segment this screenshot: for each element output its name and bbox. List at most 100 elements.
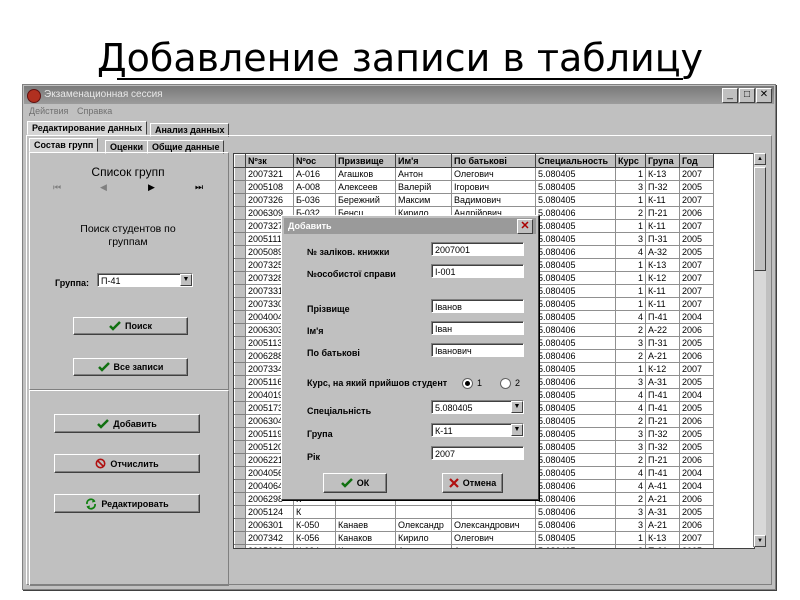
table-cell[interactable]: А-21 <box>645 349 680 363</box>
patronymic-field[interactable]: Іванович <box>431 343 524 357</box>
table-cell[interactable]: К-12 <box>645 362 680 376</box>
maximize-button[interactable]: □ <box>739 88 755 103</box>
table-cell[interactable]: П-31 <box>645 544 680 548</box>
column-header[interactable]: Призвище <box>335 154 396 168</box>
table-cell[interactable]: 2 <box>615 414 646 428</box>
table-cell[interactable]: 5.080406 <box>535 323 616 337</box>
table-cell[interactable]: Бережний <box>335 193 396 207</box>
row-indicator[interactable] <box>234 193 246 207</box>
table-cell[interactable]: А-41 <box>645 479 680 493</box>
table-cell[interactable]: 5.080405 <box>535 466 616 480</box>
table-cell[interactable]: Валерій <box>395 180 452 194</box>
table-cell[interactable]: К-13 <box>645 167 680 181</box>
table-cell[interactable]: А-008 <box>293 180 336 194</box>
table-cell[interactable]: Ашотович <box>451 544 536 548</box>
table-cell[interactable]: 5.080405 <box>535 193 616 207</box>
row-indicator[interactable] <box>234 505 246 519</box>
table-cell[interactable]: П-41 <box>645 401 680 415</box>
row-indicator[interactable] <box>234 375 246 389</box>
table-cell[interactable]: 5.080405 <box>535 440 616 454</box>
table-cell[interactable]: 2006 <box>679 492 714 506</box>
table-cell[interactable]: 2005 <box>679 544 714 548</box>
table-cell[interactable]: П-32 <box>645 180 680 194</box>
table-cell[interactable]: 1 <box>615 284 646 298</box>
table-cell[interactable]: Олександрович <box>451 518 536 532</box>
table-cell[interactable]: А-21 <box>645 518 680 532</box>
table-cell[interactable]: 4 <box>615 310 646 324</box>
table-cell[interactable]: Агашков <box>335 167 396 181</box>
table-cell[interactable]: 4 <box>615 479 646 493</box>
table-cell[interactable]: П-31 <box>645 232 680 246</box>
table-cell[interactable]: Кирило <box>395 531 452 545</box>
table-cell[interactable]: Олегович <box>451 531 536 545</box>
table-cell[interactable]: 5.080405 <box>535 271 616 285</box>
table-cell[interactable]: 5.080405 <box>535 388 616 402</box>
table-cell[interactable]: 3 <box>615 544 646 548</box>
table-cell[interactable]: 5.080405 <box>535 232 616 246</box>
table-cell[interactable]: 5.080405 <box>535 427 616 441</box>
personal-file-field[interactable]: І-001 <box>431 264 524 278</box>
table-cell[interactable]: К-13 <box>645 531 680 545</box>
table-cell[interactable]: К-050 <box>293 518 336 532</box>
table-cell[interactable]: 2007 <box>679 297 714 311</box>
expel-button[interactable]: Отчислить <box>54 454 200 473</box>
table-cell[interactable]: К-13 <box>645 258 680 272</box>
row-indicator[interactable] <box>234 258 246 272</box>
chevron-down-icon[interactable]: ▼ <box>511 424 523 436</box>
table-cell[interactable] <box>335 505 396 519</box>
table-cell[interactable]: К-024 <box>293 544 336 548</box>
table-cell[interactable]: К <box>293 505 336 519</box>
table-cell[interactable]: П-41 <box>645 466 680 480</box>
search-button[interactable]: Поиск <box>73 317 188 335</box>
row-indicator[interactable] <box>234 531 246 545</box>
table-cell[interactable]: П-21 <box>645 206 680 220</box>
ok-button[interactable]: ОК <box>323 473 387 493</box>
specialty-select[interactable]: 5.080405 ▼ <box>431 400 524 414</box>
table-cell[interactable]: К-12 <box>645 271 680 285</box>
table-cell[interactable]: 2006 <box>679 206 714 220</box>
table-cell[interactable]: П-21 <box>645 453 680 467</box>
close-button[interactable]: ✕ <box>756 88 772 103</box>
prev-record-icon[interactable]: ◀ <box>100 182 107 193</box>
table-row[interactable]: 2005124 К 5.080406 3 А-31 2005 <box>234 505 714 519</box>
next-record-icon[interactable]: ▶ <box>148 182 155 193</box>
table-cell[interactable]: 2 <box>615 323 646 337</box>
table-cell[interactable]: 3 <box>615 375 646 389</box>
table-cell[interactable]: 2005108 <box>245 180 294 194</box>
table-cell[interactable]: 3 <box>615 336 646 350</box>
table-row[interactable]: 2006301 К-050 Канаев Олександр Олександрович… <box>234 518 714 532</box>
table-cell[interactable]: 2004 <box>679 310 714 324</box>
table-cell[interactable]: Канаков <box>335 531 396 545</box>
menu-actions[interactable]: Действия <box>29 106 68 116</box>
menu-help[interactable]: Справка <box>77 106 112 116</box>
row-indicator[interactable] <box>234 414 246 428</box>
row-indicator[interactable] <box>234 245 246 259</box>
table-cell[interactable]: 2004 <box>679 466 714 480</box>
table-cell[interactable]: 5.080405 <box>535 297 616 311</box>
column-header[interactable]: Група <box>645 154 680 168</box>
minimize-button[interactable]: _ <box>722 88 738 103</box>
table-cell[interactable]: 2007342 <box>245 531 294 545</box>
table-cell[interactable]: П-41 <box>645 310 680 324</box>
table-cell[interactable]: 2004 <box>679 388 714 402</box>
surname-field[interactable]: Іванов <box>431 299 524 313</box>
table-cell[interactable]: 2006 <box>679 349 714 363</box>
table-cell[interactable]: 5.080405 <box>535 167 616 181</box>
table-cell[interactable]: 5.080405 <box>535 336 616 350</box>
table-cell[interactable]: 2005 <box>679 401 714 415</box>
row-indicator[interactable] <box>234 544 246 548</box>
row-indicator[interactable] <box>234 518 246 532</box>
table-cell[interactable]: 2 <box>615 349 646 363</box>
table-cell[interactable]: 4 <box>615 466 646 480</box>
row-indicator[interactable] <box>234 297 246 311</box>
table-cell[interactable]: Олександр <box>395 518 452 532</box>
chevron-down-icon[interactable]: ▼ <box>511 401 523 413</box>
table-cell[interactable]: 1 <box>615 219 646 233</box>
column-header[interactable]: Курс <box>615 154 646 168</box>
table-cell[interactable]: 5.080405 <box>535 414 616 428</box>
table-cell[interactable]: 5.080406 <box>535 505 616 519</box>
table-cell[interactable]: 1 <box>615 167 646 181</box>
table-cell[interactable]: 1 <box>615 271 646 285</box>
row-indicator[interactable] <box>234 388 246 402</box>
table-cell[interactable]: П-21 <box>645 414 680 428</box>
